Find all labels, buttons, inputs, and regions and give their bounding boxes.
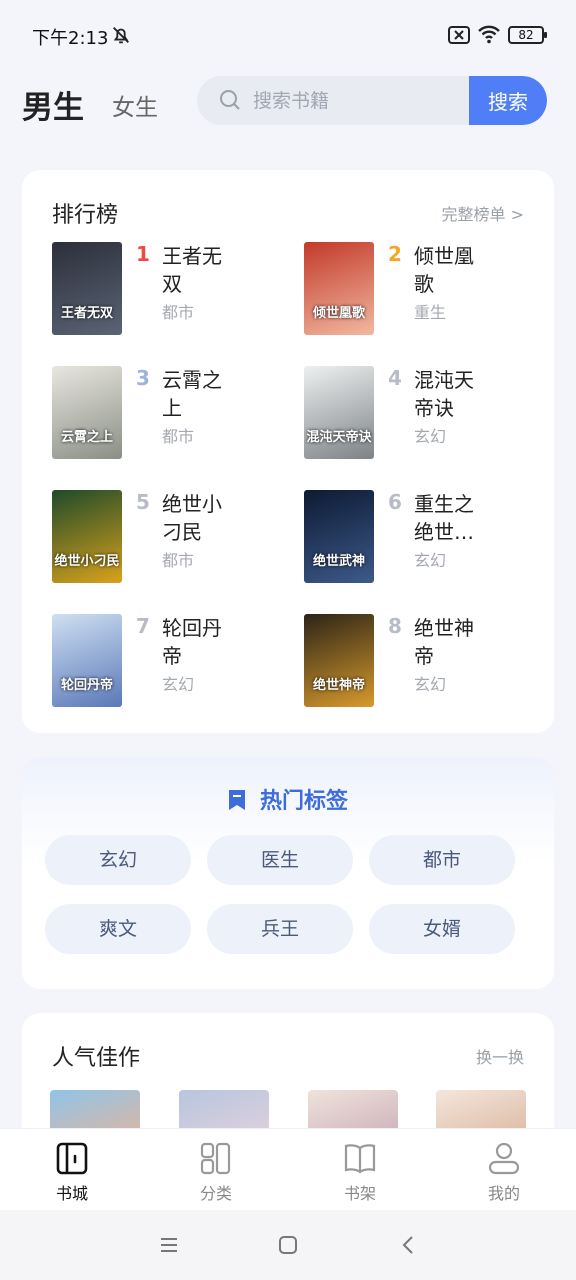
book-cover[interactable]: 王者无双 — [52, 242, 122, 335]
cover-title: 绝世武神 — [312, 554, 365, 569]
book-cover[interactable]: 绝世神帝 — [304, 614, 374, 707]
tag-chip[interactable]: 都市 — [369, 835, 515, 885]
nav-label-bookstore: 书城 — [55, 1184, 88, 1203]
book-title[interactable]: 绝世神帝 — [414, 614, 488, 670]
cover-title: 王者无双 — [60, 306, 113, 321]
sim-x-icon — [448, 26, 470, 44]
popular-title: 人气佳作 — [52, 1046, 141, 1071]
rank-number: 5 — [136, 490, 150, 514]
tag-chip[interactable]: 爽文 — [45, 904, 191, 954]
rank-item[interactable]: 绝世神帝 8 绝世神帝 玄幻 — [304, 614, 544, 709]
status-time: 下午2:13 — [32, 28, 109, 49]
bottom-nav: 书城 分类 书架 我的 — [0, 1128, 576, 1210]
search-icon — [220, 90, 240, 110]
book-genre: 都市 — [162, 427, 195, 446]
rank-item[interactable]: 绝世小刁民 5 绝世小刁民 都市 — [52, 490, 292, 585]
book-genre: 重生 — [414, 303, 447, 322]
search-button[interactable]: 搜索 — [469, 76, 547, 125]
rank-item[interactable]: 云霄之上 3 云霄之上 都市 — [52, 366, 292, 461]
book-cover[interactable]: 绝世武神 — [304, 490, 374, 583]
menu-icon[interactable] — [158, 1234, 180, 1256]
home-icon[interactable] — [277, 1234, 299, 1256]
cover-title: 轮回丹帝 — [60, 678, 113, 693]
book-title[interactable]: 倾世凰歌 — [414, 242, 488, 298]
tag-chip[interactable]: 玄幻 — [45, 835, 191, 885]
book-genre: 都市 — [162, 303, 195, 322]
book-genre: 玄幻 — [162, 675, 195, 694]
battery-indicator: 82 — [508, 26, 547, 44]
tag-chip[interactable]: 女婿 — [369, 904, 515, 954]
book-title[interactable]: 绝世小刁民 — [162, 490, 236, 546]
book-title[interactable]: 混沌天帝诀 — [414, 366, 488, 422]
back-icon[interactable] — [398, 1234, 420, 1256]
book-title[interactable]: 云霄之上 — [162, 366, 236, 422]
refresh-link[interactable]: 换一换 — [476, 1044, 524, 1068]
bookshelf-icon — [344, 1144, 376, 1174]
rank-item[interactable]: 混沌天帝诀 4 混沌天帝诀 玄幻 — [304, 366, 544, 461]
full-ranking-link[interactable]: 完整榜单 > — [442, 201, 525, 225]
cover-title: 绝世神帝 — [312, 678, 365, 693]
book-title[interactable]: 重生之绝世… — [414, 490, 488, 546]
nav-label-category: 分类 — [199, 1184, 232, 1203]
book-genre: 玄幻 — [414, 551, 447, 570]
nav-label-profile: 我的 — [487, 1184, 520, 1203]
system-nav-bar — [0, 1210, 576, 1280]
book-genre: 都市 — [162, 551, 195, 570]
rank-number: 6 — [388, 490, 402, 514]
rank-number: 3 — [136, 366, 150, 390]
book-title[interactable]: 王者无双 — [162, 242, 236, 298]
rank-number: 4 — [388, 366, 402, 390]
search-input[interactable] — [253, 76, 463, 125]
nav-item-bookshelf[interactable]: 书架 — [310, 1129, 410, 1211]
cover-title: 云霄之上 — [60, 430, 113, 445]
book-cover[interactable]: 混沌天帝诀 — [304, 366, 374, 459]
profile-icon — [488, 1142, 520, 1175]
cover-title: 绝世小刁民 — [54, 554, 120, 569]
bookmark-icon — [228, 790, 245, 810]
book-cover[interactable]: 倾世凰歌 — [304, 242, 374, 335]
nav-item-profile[interactable]: 我的 — [454, 1129, 554, 1211]
book-title[interactable]: 轮回丹帝 — [162, 614, 236, 670]
rank-item[interactable]: 倾世凰歌 2 倾世凰歌 重生 — [304, 242, 544, 337]
status-bar: 下午2:13 82 — [0, 0, 576, 70]
category-icon — [200, 1142, 231, 1175]
hot-tags-header: 热门标签 — [22, 783, 554, 815]
tab-female[interactable]: 女生 — [112, 88, 158, 122]
cover-title: 混沌天帝诀 — [306, 430, 372, 445]
book-genre: 玄幻 — [414, 675, 447, 694]
wifi-icon — [478, 25, 500, 44]
rank-number: 2 — [388, 242, 402, 266]
cover-title: 倾世凰歌 — [312, 306, 365, 321]
ranking-card: 排行榜 完整榜单 > 王者无双 1 王者无双 都市 倾世凰歌 2 倾世凰歌 重生 云霄之上 3 云霄… — [22, 170, 554, 733]
rank-number: 7 — [136, 614, 150, 638]
hot-tags-title: 热门标签 — [259, 789, 348, 814]
rank-number: 1 — [136, 242, 150, 266]
book-cover[interactable]: 绝世小刁民 — [52, 490, 122, 583]
book-cover[interactable]: 云霄之上 — [52, 366, 122, 459]
hot-tags-card: 热门标签 玄幻 医生 都市爽文 兵王 女婿 — [22, 757, 554, 989]
bookstore-icon — [56, 1142, 88, 1175]
book-genre: 玄幻 — [414, 427, 447, 446]
tag-chip[interactable]: 医生 — [207, 835, 353, 885]
search-box[interactable]: 搜索 — [197, 76, 547, 125]
ranking-title: 排行榜 — [52, 203, 119, 228]
book-cover[interactable]: 轮回丹帝 — [52, 614, 122, 707]
tag-chip[interactable]: 兵王 — [207, 904, 353, 954]
bell-off-icon — [113, 27, 129, 44]
rank-item[interactable]: 绝世武神 6 重生之绝世… 玄幻 — [304, 490, 544, 585]
rank-item[interactable]: 轮回丹帝 7 轮回丹帝 玄幻 — [52, 614, 292, 709]
nav-item-bookstore[interactable]: 书城 — [22, 1129, 122, 1211]
rank-number: 8 — [388, 614, 402, 638]
tab-male[interactable]: 男生 — [22, 82, 84, 127]
rank-item[interactable]: 王者无双 1 王者无双 都市 — [52, 242, 292, 337]
nav-label-bookshelf: 书架 — [343, 1184, 376, 1203]
nav-item-category[interactable]: 分类 — [166, 1129, 266, 1211]
